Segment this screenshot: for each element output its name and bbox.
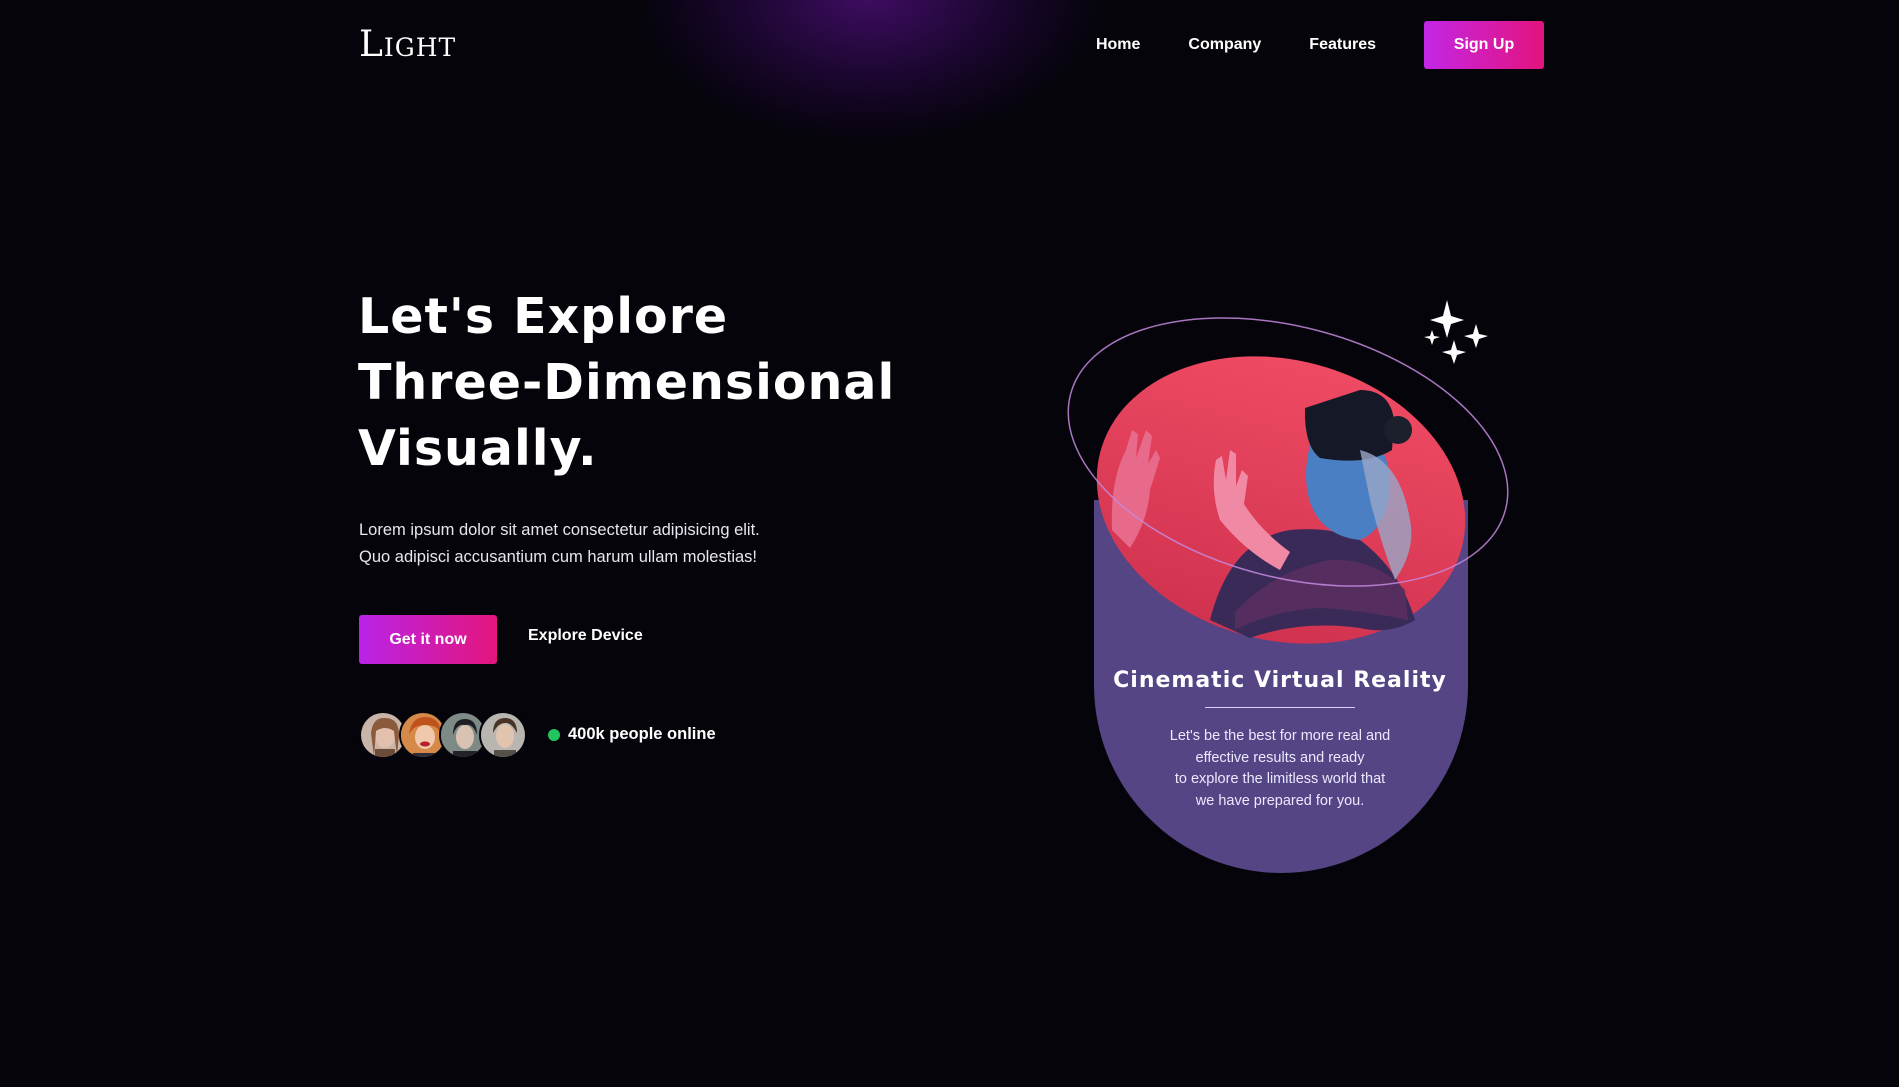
nav-home-link[interactable]: Home	[1096, 36, 1140, 54]
online-count: 400k people online	[568, 725, 716, 743]
sparkle-icon	[1424, 300, 1488, 364]
background-glow	[640, 0, 1100, 140]
hero-description: Lorem ipsum dolor sit amet consectetur a…	[359, 517, 760, 571]
card-description-line: we have prepared for you.	[1195, 792, 1365, 809]
nav-company-link[interactable]: Company	[1188, 36, 1261, 54]
get-it-now-button[interactable]: Get it now	[359, 615, 497, 664]
card-title: Cinematic Virtual Reality	[1113, 668, 1447, 693]
card-description: Let's be the best for more real and effe…	[1093, 726, 1467, 812]
hero-title-line: Let's Explore	[358, 288, 729, 345]
nav-features-link[interactable]: Features	[1309, 36, 1376, 54]
online-status: 400k people online	[548, 725, 716, 744]
explore-device-link[interactable]: Explore Device	[528, 627, 643, 645]
sign-up-button[interactable]: Sign Up	[1424, 21, 1544, 69]
avatar-group	[359, 711, 527, 759]
hero-description-line: Lorem ipsum dolor sit amet consectetur a…	[359, 521, 760, 539]
main-nav: Home Company Features Sign Up	[1096, 21, 1544, 69]
card-divider	[1205, 707, 1355, 708]
card-caption: Cinematic Virtual Reality Let's be the b…	[1093, 668, 1467, 812]
card-description-line: Let's be the best for more real and	[1169, 728, 1391, 744]
avatar	[479, 711, 527, 759]
hero-title: Let's Explore Three-Dimensional Visually…	[358, 284, 918, 482]
hero-description-line: Quo adipisci accusantium cum harum ullam…	[359, 548, 757, 566]
logo[interactable]: Light	[359, 24, 456, 65]
card-description-line: effective results and ready	[1195, 749, 1365, 766]
card-description-line: to explore the limitless world that	[1174, 771, 1386, 787]
online-dot-icon	[548, 728, 560, 741]
hero-title-line: Visually.	[358, 420, 598, 477]
hero-title-line: Three-Dimensional	[358, 354, 896, 411]
